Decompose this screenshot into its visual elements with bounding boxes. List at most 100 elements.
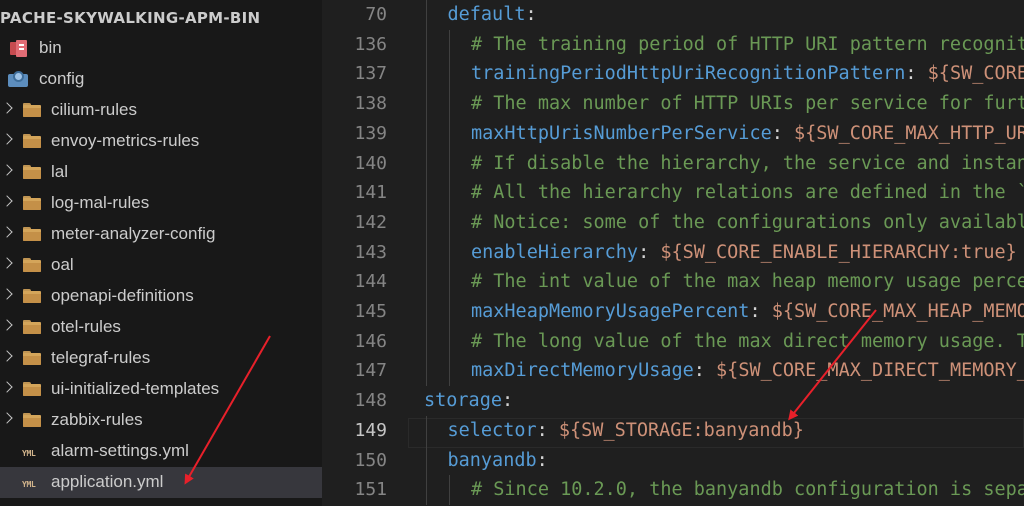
chevron-right-icon[interactable] [1, 412, 13, 424]
tree-item-label: bin [39, 38, 62, 57]
folder-item[interactable]: config [0, 64, 322, 95]
line-number: 145 [354, 301, 387, 322]
code-line[interactable]: 147 maxDirectMemoryUsage: ${SW_CORE_MAX_D… [322, 356, 1024, 387]
line-number: 139 [354, 122, 387, 144]
line-number: 136 [354, 33, 387, 55]
folder-item[interactable]: lal [0, 157, 322, 188]
code-line[interactable]: 139 maxHttpUrisNumberPerService: ${SW_COR… [322, 118, 1024, 149]
line-number: 150 [354, 449, 387, 471]
chevron-right-icon[interactable] [1, 257, 13, 269]
code-line[interactable]: 148 storage: [322, 386, 1024, 416]
code-text: trainingPeriodHttpUriRecognitionPattern:… [471, 59, 1024, 89]
indent-guide [449, 178, 450, 209]
folder-icon [23, 289, 41, 303]
code-comment: # Since 10.2.0, the banyandb configurati… [471, 479, 1024, 501]
indent-guide [449, 356, 450, 387]
code-text: maxHeapMemoryUsagePercent: ${SW_CORE_MAX… [471, 297, 1024, 327]
code-line[interactable]: 137 trainingPeriodHttpUriRecognitionPatte… [322, 59, 1024, 90]
yaml-punct: : [771, 122, 795, 144]
code-comment: # If disable the hierarchy, the service … [471, 152, 1024, 174]
yml-file-icon: YML [22, 449, 36, 458]
folder-icon [23, 165, 41, 179]
config-folder-icon [8, 71, 30, 88]
indent-guide [426, 118, 427, 149]
code-text: storage: [424, 386, 513, 416]
code-comment: # The int value of the max heap memory u… [471, 271, 1024, 293]
code-line[interactable]: 141 # All the hierarchy relations are def… [322, 178, 1024, 209]
tree-item-label: config [39, 69, 85, 88]
line-number: 148 [354, 390, 387, 412]
folder-item[interactable]: meter-analyzer-config [0, 219, 322, 250]
folder-item[interactable]: oal [0, 250, 322, 281]
folder-item[interactable]: envoy-metrics-rules [0, 126, 322, 157]
line-number: 151 [354, 479, 387, 501]
folder-item[interactable]: ui-initialized-templates [0, 374, 322, 405]
indent-guide [426, 178, 427, 209]
tree-item-label: zabbix-rules [51, 410, 143, 429]
code-editor[interactable]: 70 default: 136 # The training period of HT… [322, 0, 1024, 506]
code-line[interactable]: 140 # If disable the hierarchy, the servi… [322, 148, 1024, 179]
code-line[interactable]: 151 # Since 10.2.0, the banyandb configur… [322, 475, 1024, 506]
code-line[interactable]: 70 default: [322, 0, 1024, 30]
yaml-punct: : [693, 360, 717, 382]
chevron-right-icon[interactable] [1, 102, 13, 114]
code-comment: # The training period of HTTP URI patter… [471, 33, 1024, 55]
indent-guide [449, 29, 450, 60]
chevron-right-icon[interactable] [1, 381, 13, 393]
yaml-value: ${SW_CORE_MAX_DIRECT_MEMORY_USAGE:-1} [716, 360, 1024, 382]
folder-icon [23, 382, 41, 396]
line-number: 70 [365, 4, 387, 25]
chevron-right-icon[interactable] [1, 195, 13, 207]
folder-icon [23, 103, 41, 117]
indent-guide [426, 0, 427, 30]
code-text: selector: ${SW_STORAGE:banyandb} [448, 416, 804, 446]
code-line[interactable]: 136 # The training period of HTTP URI pat… [322, 29, 1024, 60]
indent-guide [449, 118, 450, 149]
code-line[interactable]: 138 # The max number of HTTP URIs per ser… [322, 89, 1024, 120]
file-item[interactable]: YML alarm-settings.yml [0, 436, 322, 467]
code-line[interactable]: 149 selector: ${SW_STORAGE:banyandb} [322, 415, 1024, 446]
folder-item[interactable]: openapi-definitions [0, 281, 322, 312]
chevron-right-icon[interactable] [1, 350, 13, 362]
indent-guide [426, 415, 427, 446]
tree-item-label: otel-rules [51, 317, 121, 336]
file-item[interactable]: YML application.yml [0, 467, 322, 498]
code-line[interactable]: 142 # Notice: some of the configurations … [322, 207, 1024, 238]
yaml-punct: : [525, 4, 537, 25]
line-number: 140 [354, 152, 387, 174]
indent-guide [449, 297, 450, 327]
yaml-key: storage [424, 390, 502, 412]
yaml-key: trainingPeriodHttpUriRecognitionPattern [471, 63, 906, 85]
folder-item[interactable]: cilium-rules [0, 95, 322, 126]
code-text: # The max number of HTTP URIs per servic… [471, 89, 1024, 119]
folder-icon [23, 413, 41, 427]
chevron-right-icon[interactable] [1, 133, 13, 145]
code-line[interactable]: 145 maxHeapMemoryUsagePercent: ${SW_CORE_… [322, 297, 1024, 327]
code-text: # The int value of the max heap memory u… [471, 267, 1024, 297]
yaml-punct: : [536, 419, 559, 441]
indent-guide [449, 89, 450, 120]
tree-item-label: ui-initialized-templates [51, 379, 220, 398]
code-line[interactable]: 144 # The int value of the max heap memor… [322, 267, 1024, 298]
chevron-right-icon[interactable] [1, 164, 13, 176]
yaml-punct: : [536, 449, 548, 471]
yaml-key: maxHttpUrisNumberPerService [471, 122, 772, 144]
yaml-punct: : [501, 390, 514, 412]
code-line[interactable]: 150 banyandb: [322, 445, 1024, 476]
yaml-punct: : [638, 241, 661, 263]
folder-item[interactable]: telegraf-rules [0, 343, 322, 374]
code-line[interactable]: 143 enableHierarchy: ${SW_CORE_ENABLE_HIE… [322, 237, 1024, 268]
yaml-key: banyandb [447, 449, 537, 471]
indent-guide [426, 356, 427, 387]
yaml-key: default [447, 4, 526, 25]
yaml-value: ${SW_CORE_TRAINING_PERIOD_HTTP_URI_RECOG… [927, 63, 1024, 85]
code-line[interactable]: 146 # The long value of the max direct me… [322, 326, 1024, 357]
chevron-right-icon[interactable] [1, 288, 13, 300]
folder-item[interactable]: zabbix-rules [0, 405, 322, 436]
folder-item[interactable]: otel-rules [0, 312, 322, 343]
code-comment: # The max number of HTTP URIs per servic… [471, 93, 1024, 115]
folder-item[interactable]: bin [0, 33, 322, 64]
folder-item[interactable]: log-mal-rules [0, 188, 322, 219]
chevron-right-icon[interactable] [1, 319, 13, 331]
chevron-right-icon[interactable] [1, 226, 13, 238]
